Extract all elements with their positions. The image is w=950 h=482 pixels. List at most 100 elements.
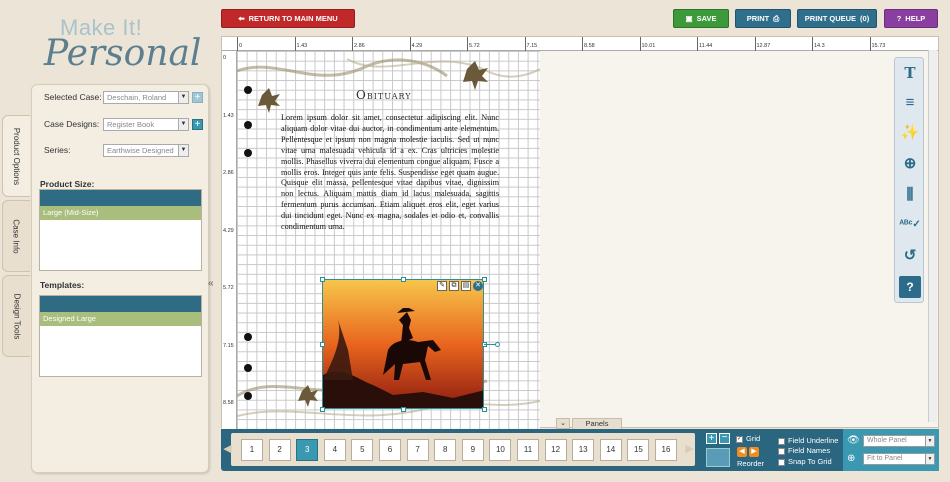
document-page[interactable]: Obituary Lorem ipsum dolor sit amet, con…	[237, 51, 540, 429]
pencil-icon[interactable]: ✎	[437, 281, 447, 291]
case-designs-label: Case Designs:	[44, 119, 100, 129]
bottom-toolbar: ◀ ▶ + − ✓ Grid ◀ ▶ Reorder Field Underlin…	[221, 429, 939, 471]
resize-handle[interactable]	[320, 407, 325, 412]
vertical-scrollbar[interactable]	[928, 50, 937, 422]
list-header	[40, 296, 201, 312]
list-item-selected[interactable]: Large (Mid-Size)	[40, 206, 201, 220]
collapse-panel-icon[interactable]: «	[208, 278, 214, 289]
punch-hole-icon	[244, 333, 252, 341]
checkbox-icon[interactable]	[778, 458, 785, 466]
ruler-tick	[467, 37, 468, 51]
arrow-right-icon[interactable]: ▶	[749, 447, 759, 457]
ruler-tick-label: 0	[239, 43, 243, 49]
photo-field[interactable]	[322, 279, 484, 409]
field-names-toggle[interactable]: Field Names	[778, 446, 830, 455]
obituary-title[interactable]: Obituary	[356, 88, 412, 102]
resize-handle[interactable]	[482, 407, 487, 412]
chevron-down-icon[interactable]: ⌄	[556, 418, 570, 429]
chevron-down-icon: ▼	[925, 454, 934, 464]
page-thumbnail-6[interactable]: 6	[379, 439, 401, 461]
list-item-selected[interactable]: Designed Large	[40, 312, 201, 326]
page-thumbnail-9[interactable]: 9	[461, 439, 484, 461]
close-icon[interactable]: ✕	[473, 281, 483, 291]
resize-handle[interactable]	[320, 277, 325, 282]
page-thumbnail-16[interactable]: 16	[655, 439, 677, 461]
checkbox-icon[interactable]	[778, 447, 785, 455]
checkbox-icon[interactable]	[778, 437, 785, 445]
checkbox-checked-icon[interactable]: ✓	[736, 435, 743, 443]
page-thumbnail-11[interactable]: 11	[517, 439, 539, 461]
page-thumbnail-8[interactable]: 8	[434, 439, 457, 461]
punch-hole-icon	[244, 121, 252, 129]
print-queue-count: (0)	[860, 14, 870, 23]
page-thumbnail-10[interactable]: 10	[489, 439, 512, 461]
ruler-tick-label: 7.15	[526, 43, 538, 49]
layer-icon[interactable]: ▤	[461, 281, 471, 291]
chevron-down-icon: ▼	[178, 119, 188, 130]
tab-product-options[interactable]: Product Options	[2, 115, 30, 197]
panels-tab[interactable]: Panels	[572, 418, 622, 429]
ruler-tick-label: 5.72	[223, 285, 234, 291]
punch-hole-icon	[244, 392, 252, 400]
rotate-handle[interactable]	[495, 342, 500, 347]
snap-to-grid-toggle[interactable]: Snap To Grid	[778, 457, 832, 466]
page-thumbnail-3[interactable]: 3	[296, 439, 319, 461]
return-main-menu-button[interactable]: ⬅ RETURN TO MAIN MENU	[221, 9, 355, 28]
ruler-tick-label: 4.29	[223, 227, 234, 234]
tab-case-info[interactable]: Case Info	[2, 200, 30, 272]
page-thumbnail-4[interactable]: 4	[323, 439, 346, 461]
page-thumbnail-7[interactable]: 7	[406, 439, 429, 461]
ruler-tick-label: 8.58	[584, 43, 595, 49]
save-button[interactable]: ▣ SAVE	[673, 9, 729, 28]
add-case-button[interactable]: +	[192, 92, 203, 103]
align-left-icon[interactable]: ≡	[899, 92, 921, 114]
text-tool-icon[interactable]: T	[899, 62, 921, 84]
spellcheck-icon[interactable]: ᴬᴮᶜ✓	[899, 214, 921, 236]
scroll-left-icon[interactable]: ◀	[221, 433, 234, 466]
grid-toggle[interactable]: ✓ Grid	[736, 434, 760, 443]
list-header	[40, 190, 201, 206]
selected-case-select[interactable]: Deschain, Roland ▼	[103, 91, 189, 104]
help-tool-icon[interactable]: ?	[899, 276, 921, 298]
help-button[interactable]: ? HELP	[884, 9, 938, 28]
panel-preview-icon[interactable]	[706, 448, 730, 467]
resize-handle[interactable]	[401, 407, 406, 412]
crop-icon[interactable]: ⧉	[449, 281, 459, 291]
arrow-left-icon[interactable]: ◀	[737, 447, 747, 457]
ruler-tick-label: 1.43	[223, 112, 234, 119]
page-thumbnail-15[interactable]: 15	[627, 439, 650, 461]
add-case-design-button[interactable]: +	[192, 119, 203, 130]
print-button[interactable]: PRINT ⎙	[735, 9, 791, 28]
photo-field-toolbar: ✎ ⧉ ▤ ✕	[437, 281, 483, 291]
undo-icon[interactable]: ↺	[899, 245, 921, 267]
view-select[interactable]: Whole Panel ▼	[863, 435, 935, 447]
tab-design-tools[interactable]: Design Tools	[2, 275, 30, 357]
add-page-icon[interactable]: +	[706, 433, 717, 444]
page-thumbnail-13[interactable]: 13	[572, 439, 595, 461]
resize-handle[interactable]	[320, 342, 325, 347]
field-underline-toggle[interactable]: Field Underline	[778, 436, 838, 445]
product-size-list[interactable]: Large (Mid-Size)	[39, 189, 202, 271]
remove-page-icon[interactable]: −	[719, 433, 730, 444]
series-select[interactable]: Earthwise Designed ▼	[103, 144, 189, 157]
page-thumbnail-14[interactable]: 14	[599, 439, 622, 461]
chevron-down-icon: ▼	[178, 92, 188, 103]
page-thumbnail-2[interactable]: 2	[268, 439, 291, 461]
zoom-icon: ⊕	[847, 453, 856, 464]
page-thumbnail-5[interactable]: 5	[351, 439, 374, 461]
ruler-tick	[409, 37, 411, 51]
add-icon[interactable]: ⊕	[899, 153, 921, 175]
obituary-text-field[interactable]: Lorem ipsum dolor sit amet, consectetur …	[281, 113, 499, 233]
ruler-tick-label: 14.3	[814, 43, 825, 49]
templates-list[interactable]: Designed Large	[39, 295, 202, 377]
page-thumbnail-12[interactable]: 12	[544, 439, 567, 461]
page-thumbnail-1[interactable]: 1	[241, 439, 263, 461]
case-designs-select[interactable]: Register Book ▼	[103, 118, 189, 131]
zoom-select[interactable]: Fit to Panel ▼	[863, 453, 935, 465]
magic-wand-icon[interactable]: ✨	[899, 122, 921, 144]
punch-hole-icon	[244, 149, 252, 157]
distribute-icon[interactable]: ⫼	[899, 184, 921, 206]
scroll-right-icon[interactable]: ▶	[683, 433, 696, 466]
resize-handle[interactable]	[401, 277, 406, 282]
print-queue-button[interactable]: PRINT QUEUE (0)	[797, 9, 877, 28]
